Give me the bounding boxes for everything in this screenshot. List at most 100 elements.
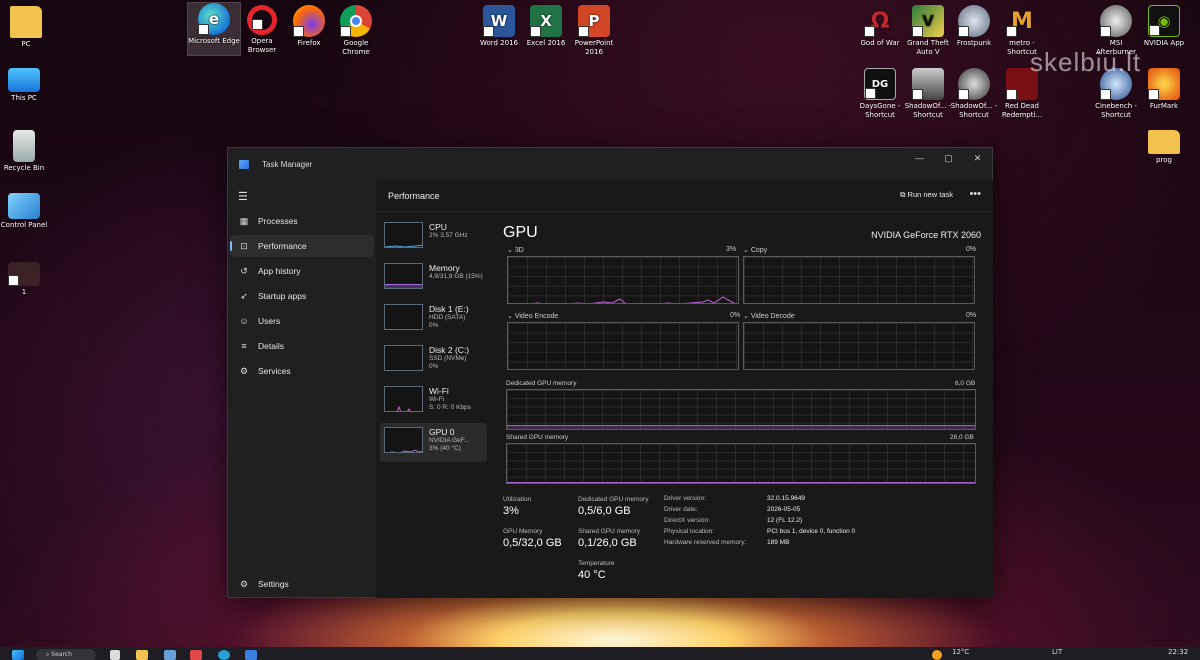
stat-utilization: Utilization 3% [503, 496, 532, 517]
desktop-icon-gta[interactable]: V Grand Theft Auto V [902, 5, 954, 57]
gear-icon: ⚙ [239, 578, 249, 589]
taskbar-app-icon[interactable] [164, 650, 176, 660]
weather-temp[interactable]: 12°C [952, 648, 969, 656]
desktop-icon-nvidia-app[interactable]: ◉ NVIDIA App [1138, 5, 1190, 48]
desktop-icon-recycle-bin[interactable]: Recycle Bin [0, 130, 50, 173]
users-icon: ☺ [239, 316, 249, 326]
chevron-down-icon: ⌄ [507, 247, 515, 254]
gpu-model: NVIDIA GeForce RTX 2060 [871, 230, 981, 240]
chevron-down-icon: ⌄ [507, 313, 515, 320]
msi-afterburner-icon [1100, 5, 1132, 37]
desktop-icon-daysgone[interactable]: DG DaysGone - Shortcut [854, 68, 906, 120]
graph-3d-value: 3% [726, 246, 737, 253]
hamburger-menu-icon[interactable]: ☰ [238, 190, 248, 203]
resource-disk-2[interactable]: Disk 2 (C:) SSD (NVMe) 0% [380, 341, 487, 380]
desktop-icon-powerpoint[interactable]: P PowerPoint 2016 [568, 5, 620, 57]
resource-wifi[interactable]: Wi-Fi Wi-Fi S: 0 R: 0 Kbps [380, 382, 487, 421]
page-header: Performance ⧉ Run new task ••• [376, 180, 993, 212]
recycle-bin-icon [13, 130, 35, 162]
desktop-icon-control-panel[interactable]: Control Panel [0, 193, 50, 230]
nav-item-details[interactable]: ≡ Details [230, 335, 374, 357]
edge-icon[interactable] [218, 650, 230, 660]
desktop-icon-pc[interactable]: PC [0, 6, 52, 49]
nav-item-services[interactable]: ⚙ Services [230, 360, 374, 382]
nav-item-users[interactable]: ☺ Users [230, 310, 374, 332]
detail-reserved-memory: Hardware reserved memory: 189 MB [664, 539, 790, 546]
maximize-button[interactable]: ▢ [934, 148, 963, 168]
desktop-icon-shadow-2[interactable]: ShadowOf... - Shortcut [948, 68, 1000, 120]
stat-temperature: Temperature 40 °C [578, 560, 615, 581]
clock[interactable]: 22:32 [1168, 648, 1188, 656]
desktop-icon-shadow-1[interactable]: ShadowOf... - Shortcut [902, 68, 954, 120]
title-bar[interactable]: Task Manager — ▢ ✕ [228, 148, 992, 180]
desktop-icon-edge[interactable]: e Microsoft Edge [187, 2, 241, 56]
furmark-icon [1148, 68, 1180, 100]
resource-cpu[interactable]: CPU 2% 3,57 GHz [380, 218, 487, 257]
nav-pane: ☰ ▦ Processes ⊡ Performance ↺ App history ➶… [228, 180, 376, 598]
chrome-icon [340, 5, 372, 37]
close-button[interactable]: ✕ [963, 148, 992, 168]
graph-decode-label[interactable]: ⌄ Video Decode [743, 312, 795, 320]
desktop-icon-chrome[interactable]: Google Chrome [330, 5, 382, 57]
desktop-icon-excel[interactable]: X Excel 2016 [520, 5, 572, 48]
graph-encode-label[interactable]: ⌄ Video Encode [507, 312, 558, 320]
more-options-icon[interactable]: ••• [969, 188, 981, 200]
weather-icon [932, 650, 942, 660]
desktop-icon-god-of-war[interactable]: Ω God of War [854, 5, 906, 48]
minimize-button[interactable]: — [905, 148, 934, 168]
gpu-detail: GPU NVIDIA GeForce RTX 2060 ⌄ 3D 3% ⌄ Co… [503, 218, 981, 492]
control-panel-icon [8, 193, 40, 219]
desktop-icon-frostpunk[interactable]: Frostpunk [948, 5, 1000, 48]
task-manager-taskbar-icon[interactable] [245, 650, 257, 660]
resource-disk-1[interactable]: Disk 1 (E:) HDD (SATA) 0% [380, 300, 487, 339]
graph-decode-value: 0% [966, 312, 977, 319]
run-new-task-button[interactable]: ⧉ Run new task [900, 190, 953, 200]
nav-item-performance[interactable]: ⊡ Performance [230, 235, 374, 257]
nav-item-startup-apps[interactable]: ➶ Startup apps [230, 285, 374, 307]
taskbar-search[interactable]: ⌕ Search [36, 649, 96, 660]
graph-video-decode [743, 322, 975, 370]
nav-item-app-history[interactable]: ↺ App history [230, 260, 374, 282]
desktop-icon-furmark[interactable]: FurMark [1138, 68, 1190, 111]
detail-driver-date: Driver date: 2026-05-05 [664, 506, 801, 513]
app-icon [8, 262, 40, 286]
graph-video-encode [507, 322, 739, 370]
shadow-tomb-raider-icon [912, 68, 944, 100]
graph-copy-value: 0% [966, 246, 977, 253]
desktop-icon-prog[interactable]: prog [1138, 130, 1190, 165]
history-icon: ↺ [240, 265, 248, 276]
desktop-icon-opera[interactable]: Opera Browser [236, 5, 288, 55]
graph-copy-label[interactable]: ⌄ Copy [743, 246, 767, 254]
detail-physical-location: Physical location: PCI bus 1, device 0, f… [664, 528, 856, 535]
desktop-icon-1[interactable]: 1 [0, 262, 50, 297]
graph-3d [507, 256, 739, 304]
detail-driver-version: Driver version: 32.0.15.9649 [664, 495, 805, 502]
graph-3d-label[interactable]: ⌄ 3D [507, 246, 524, 254]
task-view-icon[interactable] [110, 650, 120, 660]
frostpunk-icon [958, 5, 990, 37]
run-task-icon: ⧉ [900, 190, 908, 199]
nav-item-settings[interactable]: ⚙ Settings [230, 573, 374, 595]
stat-shared-memory: Shared GPU memory 0,1/26,0 GB [578, 528, 641, 549]
gta-icon: V [912, 5, 944, 37]
resource-list: CPU 2% 3,57 GHz Memory 4,9/31,9 GB (15%) D… [380, 218, 487, 464]
graph-encode-value: 0% [730, 312, 741, 319]
desktop-icon-firefox[interactable]: Firefox [283, 5, 335, 48]
taskbar-app-icon[interactable] [190, 650, 202, 660]
folder-icon [1148, 130, 1180, 154]
resource-gpu-0[interactable]: GPU 0 NVIDIA GeF... 3% (40 °C) [380, 423, 487, 462]
task-manager-window: Task Manager — ▢ ✕ ☰ ▦ Processes ⊡ Perform… [227, 147, 993, 598]
file-explorer-icon[interactable] [136, 650, 148, 660]
opera-icon [247, 5, 277, 35]
start-button-icon[interactable] [12, 650, 24, 660]
nav-item-processes[interactable]: ▦ Processes [230, 210, 374, 232]
desktop-icon-this-pc[interactable]: This PC [0, 68, 50, 103]
chevron-down-icon: ⌄ [743, 247, 751, 254]
language-indicator[interactable]: LIT [1052, 648, 1062, 656]
desktop-icon-word[interactable]: W Word 2016 [473, 5, 525, 48]
stat-dedicated-memory: Dedicated GPU memory 0,5/6,0 GB [578, 496, 649, 517]
main-panel: Performance ⧉ Run new task ••• CPU 2% 3,5… [376, 180, 993, 598]
taskbar: ⌕ Search 12°C LIT 22:32 [0, 647, 1200, 660]
resource-memory[interactable]: Memory 4,9/31,9 GB (15%) [380, 259, 487, 298]
graph-shared-memory [506, 443, 976, 484]
